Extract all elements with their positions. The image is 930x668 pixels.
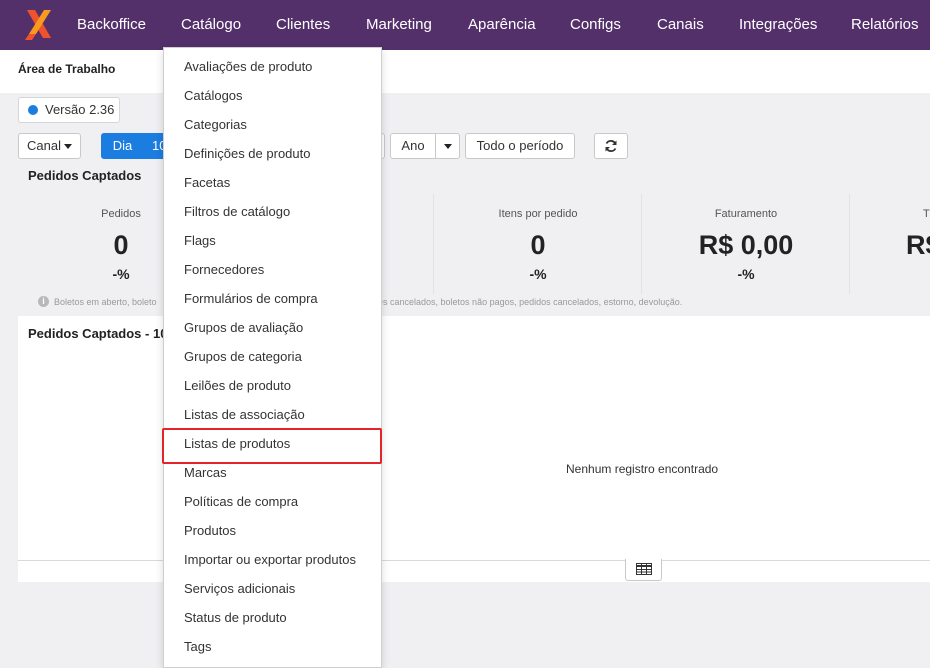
top-navbar: Backoffice Catálogo Clientes Marketing A… [0,0,930,50]
stat-divider [433,194,434,294]
menu-item-definicoes-de-produto[interactable]: Definições de produto [184,144,310,164]
stat-divider [849,194,850,294]
menu-item-facetas[interactable]: Facetas [184,173,230,193]
nav-catalogo[interactable]: Catálogo [181,0,241,50]
panel-title: Pedidos Captados - 10 [28,326,168,341]
empty-message: Nenhum registro encontrado [566,462,719,476]
nav-canais[interactable]: Canais [657,0,704,50]
refresh-button[interactable] [594,133,628,159]
brand-logo-icon[interactable] [24,8,54,42]
note-left: Boletos em aberto, boleto [54,297,157,307]
selection-highlight-box [162,428,382,464]
menu-item-marcas[interactable]: Marcas [184,463,227,483]
menu-item-leiloes-de-produto[interactable]: Leilões de produto [184,376,291,396]
menu-item-flags[interactable]: Flags [184,231,216,251]
note-right: es cancelados, boletos não pagos, pedido… [378,297,683,307]
stat-delta: -% [529,266,547,282]
stat-label: Itens por pedido [498,208,578,220]
caret-down-icon [443,144,452,150]
nav-aparencia[interactable]: Aparência [468,0,536,50]
stat-value: R$ [906,230,930,260]
stat-label: T [923,208,930,220]
stat-truncated: T R$ [851,194,930,294]
canal-label: Canal [27,138,61,153]
version-label: Versão 2.36 [45,102,115,117]
summary-title: Pedidos Captados [28,168,142,183]
menu-item-catalogos[interactable]: Catálogos [184,86,243,106]
table-view-button[interactable] [625,559,662,581]
refresh-icon [605,140,617,152]
info-icon: i [38,296,49,307]
stat-faturamento: Faturamento R$ 0,00 -% [643,194,849,294]
stat-divider [641,194,642,294]
stat-value: R$ 0,00 [698,230,794,260]
menu-item-categorias[interactable]: Categorias [184,115,247,135]
stat-label: Faturamento [714,208,778,220]
period-year-button[interactable]: Ano [390,133,436,159]
nav-relatorios[interactable]: Relatórios [851,0,919,50]
nav-configs[interactable]: Configs [570,0,621,50]
menu-item-avaliacoes-de-produto[interactable]: Avaliações de produto [184,57,312,77]
nav-backoffice[interactable]: Backoffice [77,0,146,50]
menu-item-formularios-de-compra[interactable]: Formulários de compra [184,289,318,309]
period-next-button[interactable]: 10 [143,133,165,159]
menu-item-servicos-adicionais[interactable]: Serviços adicionais [184,579,295,599]
orders-panel [18,316,930,582]
year-dropdown-toggle[interactable] [435,133,460,159]
menu-item-importar-exportar-produtos[interactable]: Importar ou exportar produtos [184,550,356,570]
workspace-title: Área de Trabalho [18,62,116,76]
menu-item-produtos[interactable]: Produtos [184,521,236,541]
menu-item-tags[interactable]: Tags [184,637,211,657]
menu-item-grupos-de-avaliacao[interactable]: Grupos de avaliação [184,318,303,338]
menu-item-grupos-de-categoria[interactable]: Grupos de categoria [184,347,302,367]
nav-integracoes[interactable]: Integrações [739,0,817,50]
caret-down-icon [63,144,72,150]
period-day-button[interactable]: Dia [101,133,144,159]
menu-item-filtros-de-catalogo[interactable]: Filtros de catálogo [184,202,290,222]
stat-delta: -% [737,266,755,282]
menu-item-politicas-de-compra[interactable]: Políticas de compra [184,492,298,512]
workspace-header [0,50,930,93]
menu-item-listas-de-associacao[interactable]: Listas de associação [184,405,305,425]
canal-dropdown-button[interactable]: Canal [18,133,81,159]
menu-item-fornecedores[interactable]: Fornecedores [184,260,264,280]
panel-divider [18,560,930,561]
nav-clientes[interactable]: Clientes [276,0,330,50]
version-badge[interactable]: Versão 2.36 [18,97,120,123]
status-dot-icon [28,105,38,115]
stat-value: 0 [530,230,546,260]
period-all-button[interactable]: Todo o período [465,133,575,159]
menu-item-status-de-produto[interactable]: Status de produto [184,608,287,628]
table-icon [636,563,652,575]
nav-marketing[interactable]: Marketing [366,0,432,50]
stat-itens-por-pedido: Itens por pedido 0 -% [435,194,641,294]
